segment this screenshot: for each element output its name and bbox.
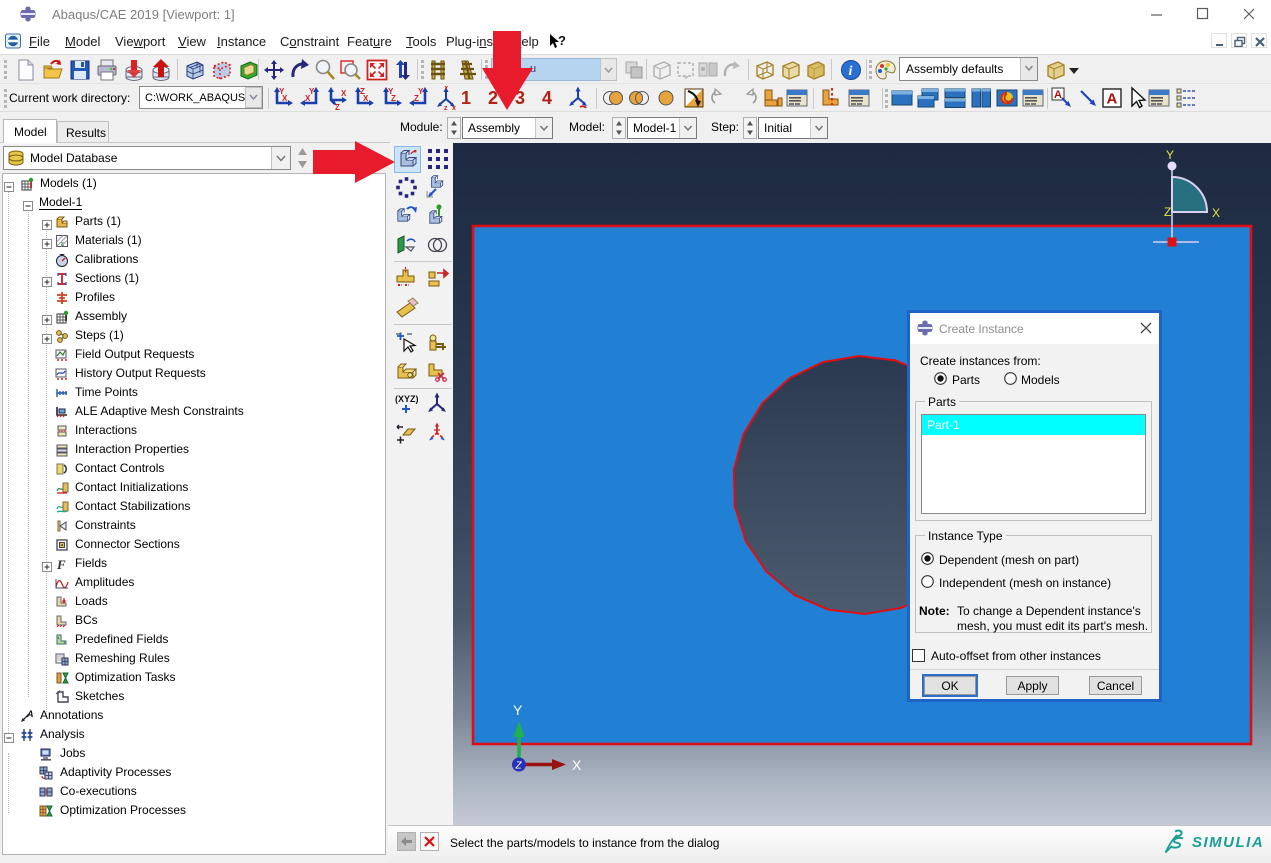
svg-text:i: i [849, 64, 853, 79]
svg-text:Z: Z [414, 94, 419, 103]
svg-text:X: X [363, 94, 369, 103]
svg-text:Y: Y [444, 86, 449, 92]
svg-text:A: A [1054, 89, 1062, 101]
svg-text:X: X [572, 757, 582, 773]
svg-text:z: z [444, 105, 448, 110]
svg-text:(XYZ): (XYZ) [395, 394, 419, 404]
svg-text:x: x [452, 105, 456, 110]
svg-text:Y: Y [418, 87, 424, 96]
svg-text:X: X [282, 94, 288, 103]
svg-text:X: X [305, 94, 311, 103]
svg-text:X: X [341, 89, 347, 98]
svg-text:ε: ε [61, 241, 64, 248]
svg-text:F: F [56, 557, 66, 571]
svg-text:X: X [1212, 206, 1220, 220]
svg-text:Z: Z [1164, 205, 1171, 219]
svg-text:A: A [26, 709, 34, 719]
svg-text:Z: Z [515, 761, 523, 772]
svg-text:Y: Y [1166, 148, 1174, 162]
svg-text:Y: Y [513, 702, 523, 718]
svg-text:Z: Z [391, 94, 396, 103]
svg-text:Z: Z [335, 103, 340, 110]
svg-text:A: A [1107, 91, 1118, 108]
